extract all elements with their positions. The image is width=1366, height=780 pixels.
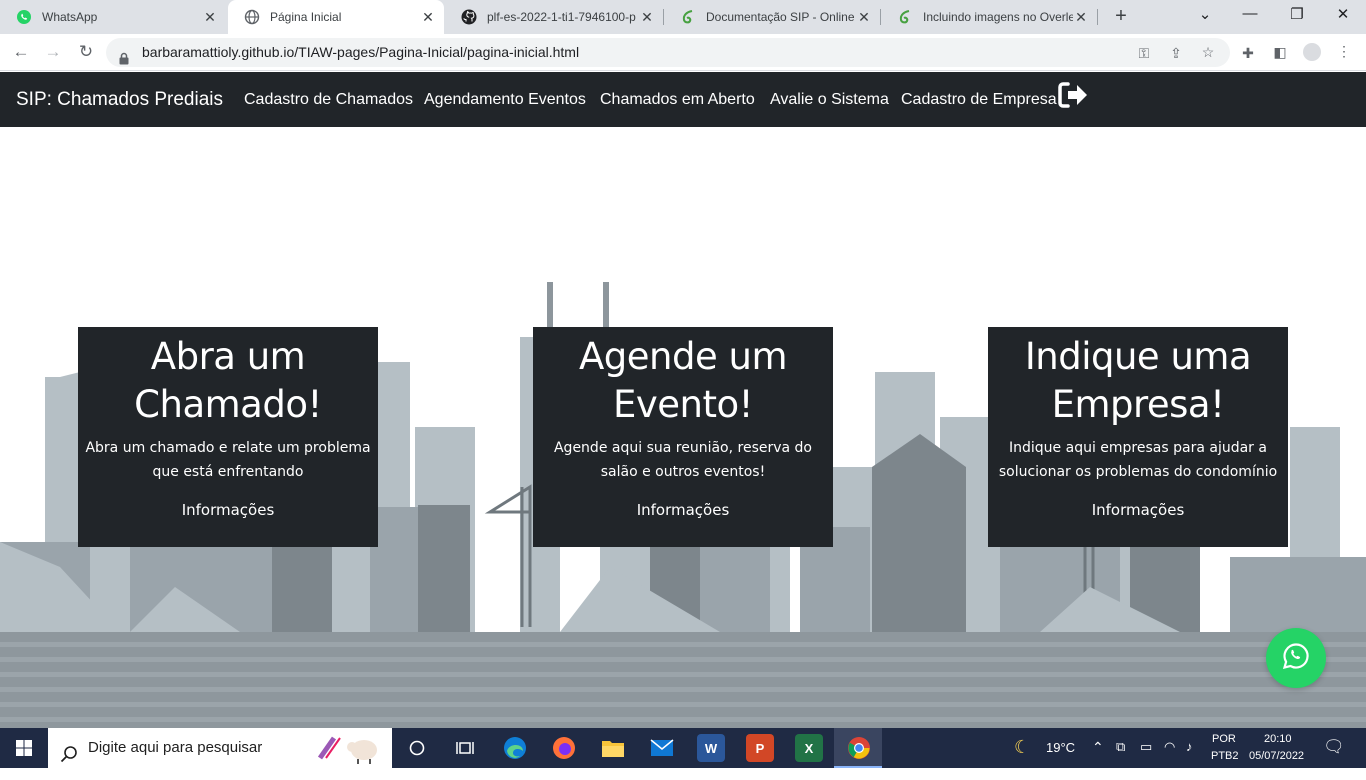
menu-kebab-icon[interactable]: ⋮ bbox=[1336, 43, 1352, 59]
keyboard-layout-indicator[interactable]: PTB2 bbox=[1211, 750, 1239, 762]
address-bar[interactable]: barbaramattioly.github.io/TIAW-pages/Pag… bbox=[106, 38, 1230, 67]
mail-icon[interactable] bbox=[648, 734, 676, 762]
close-icon[interactable]: ✕ bbox=[856, 9, 872, 26]
nav-agendamento-eventos[interactable]: Agendamento Eventos bbox=[424, 91, 586, 109]
back-arrow-icon[interactable]: ← bbox=[10, 41, 32, 63]
nav-chamados-aberto[interactable]: Chamados em Aberto bbox=[600, 91, 755, 109]
weather-temperature[interactable]: 19°C bbox=[1046, 740, 1075, 755]
profile-avatar-icon[interactable] bbox=[1303, 43, 1321, 61]
tray-meet-icon[interactable]: ⧉ bbox=[1116, 739, 1125, 755]
task-view-icon[interactable] bbox=[451, 734, 479, 762]
card-info-link[interactable]: Informações bbox=[1092, 501, 1185, 519]
card-indique-empresa: Indique uma Empresa! Indique aqui empres… bbox=[988, 327, 1288, 547]
tab-title: Incluindo imagens no Overle bbox=[923, 10, 1073, 24]
card-text: Indique aqui empresas para ajudar a solu… bbox=[998, 440, 1278, 480]
tab-title: plf-es-2022-1-ti1-7946100-p bbox=[487, 10, 636, 24]
tab-pagina-inicial[interactable]: Página Inicial ✕ bbox=[228, 0, 444, 34]
card-text: Agende aqui sua reunião, reserva do salã… bbox=[553, 440, 812, 480]
tab-whatsapp[interactable]: WhatsApp ✕ bbox=[0, 0, 226, 34]
share-icon[interactable]: ⇪ bbox=[1168, 45, 1184, 61]
weather-moon-icon: ☾ bbox=[1014, 737, 1031, 757]
search-placeholder: Digite aqui para pesquisar bbox=[88, 739, 263, 756]
extensions-puzzle-icon[interactable]: ✚ bbox=[1240, 45, 1256, 61]
close-icon[interactable]: ✕ bbox=[202, 9, 218, 26]
card-title: Abra um Chamado! bbox=[134, 335, 322, 426]
overleaf-icon bbox=[680, 9, 696, 25]
new-tab-button[interactable]: + bbox=[1110, 6, 1132, 28]
close-icon[interactable]: ✕ bbox=[639, 9, 655, 26]
card-info-link[interactable]: Informações bbox=[182, 501, 275, 519]
search-highlight-illustration-icon bbox=[316, 732, 382, 764]
overleaf-icon bbox=[897, 9, 913, 25]
browser-toolbar: ← → ↻ barbaramattioly.github.io/TIAW-pag… bbox=[0, 34, 1366, 71]
lock-icon bbox=[119, 46, 129, 65]
tab-documentacao[interactable]: Documentação SIP - Online L ✕ bbox=[664, 0, 880, 34]
card-title: Agende um Evento! bbox=[578, 335, 788, 426]
nav-cadastro-empresa[interactable]: Cadastro de Empresa bbox=[901, 91, 1057, 109]
whatsapp-icon bbox=[1281, 641, 1311, 676]
close-icon[interactable]: ✕ bbox=[420, 9, 436, 26]
notifications-icon[interactable]: 🗨 bbox=[1323, 737, 1345, 757]
nav-avalie-sistema[interactable]: Avalie o Sistema bbox=[770, 91, 889, 109]
windows-start-icon[interactable] bbox=[0, 728, 48, 768]
word-app-icon[interactable]: W bbox=[697, 734, 725, 762]
whatsapp-float-button[interactable] bbox=[1266, 628, 1326, 688]
excel-app-icon[interactable]: X bbox=[795, 734, 823, 762]
file-explorer-icon[interactable] bbox=[599, 734, 627, 762]
tab-title: WhatsApp bbox=[42, 10, 98, 24]
card-agende-evento: Agende um Evento! Agende aqui sua reuniã… bbox=[533, 327, 833, 547]
chrome-taskbar-button[interactable] bbox=[834, 728, 882, 768]
side-panel-icon[interactable]: ◧ bbox=[1272, 44, 1288, 60]
search-icon bbox=[60, 739, 78, 779]
minimize-icon[interactable]: — bbox=[1238, 5, 1262, 27]
tab-github[interactable]: plf-es-2022-1-ti1-7946100-p ✕ bbox=[445, 0, 663, 34]
site-brand[interactable]: SIP: Chamados Prediais bbox=[16, 89, 223, 111]
card-info-link[interactable]: Informações bbox=[637, 501, 730, 519]
volume-icon[interactable]: ♪ bbox=[1186, 739, 1193, 754]
chrome-icon bbox=[847, 736, 871, 765]
tray-chevron-up-icon[interactable]: ⌃ bbox=[1092, 739, 1104, 756]
github-icon bbox=[461, 9, 477, 25]
language-indicator[interactable]: POR bbox=[1212, 733, 1236, 745]
powerpoint-app-icon[interactable]: P bbox=[746, 734, 774, 762]
hero-section: Abra um Chamado! Abra um chamado e relat… bbox=[0, 127, 1366, 728]
tab-title: Página Inicial bbox=[270, 10, 342, 24]
clock-date[interactable]: 05/07/2022 bbox=[1249, 750, 1304, 762]
logout-icon[interactable] bbox=[1058, 81, 1088, 109]
key-icon[interactable]: ⚿ bbox=[1136, 45, 1152, 61]
tab-title: Documentação SIP - Online L bbox=[706, 10, 856, 24]
restore-icon[interactable]: ❐ bbox=[1285, 5, 1309, 27]
tab-separator bbox=[1097, 9, 1098, 25]
wifi-icon[interactable]: ◠ bbox=[1164, 739, 1175, 755]
window-close-icon[interactable]: ✕ bbox=[1331, 5, 1355, 27]
card-abra-chamado: Abra um Chamado! Abra um chamado e relat… bbox=[78, 327, 378, 547]
close-icon[interactable]: ✕ bbox=[1073, 9, 1089, 26]
clock-time[interactable]: 20:10 bbox=[1264, 733, 1292, 745]
card-title: Indique uma Empresa! bbox=[1024, 335, 1252, 426]
url-text: barbaramattioly.github.io/TIAW-pages/Pag… bbox=[142, 44, 580, 60]
edge-browser-icon[interactable] bbox=[501, 734, 529, 762]
globe-icon bbox=[244, 9, 260, 25]
forward-arrow-icon[interactable]: → bbox=[42, 41, 64, 63]
tab-overleaf-imagens[interactable]: Incluindo imagens no Overle ✕ bbox=[881, 0, 1097, 34]
windows-taskbar: Digite aqui para pesquisar W P X ☾ 19°C … bbox=[0, 728, 1366, 768]
firefox-icon[interactable] bbox=[550, 734, 578, 762]
taskbar-search-input[interactable]: Digite aqui para pesquisar bbox=[48, 728, 392, 768]
site-navbar: SIP: Chamados Prediais Cadastro de Chama… bbox=[0, 72, 1366, 127]
nav-cadastro-chamados[interactable]: Cadastro de Chamados bbox=[244, 91, 413, 109]
reload-icon[interactable]: ↻ bbox=[75, 41, 97, 63]
cortana-circle-icon[interactable] bbox=[403, 734, 431, 762]
browser-tab-strip: WhatsApp ✕ Página Inicial ✕ plf-es-2022-… bbox=[0, 0, 1366, 34]
battery-icon[interactable]: ▭ bbox=[1140, 739, 1152, 755]
bookmark-star-icon[interactable]: ☆ bbox=[1200, 44, 1216, 60]
card-text: Abra um chamado e relate um problema que… bbox=[85, 440, 371, 480]
whatsapp-icon bbox=[16, 9, 32, 25]
tab-search-chevron-icon[interactable]: ⌄ bbox=[1193, 5, 1217, 27]
